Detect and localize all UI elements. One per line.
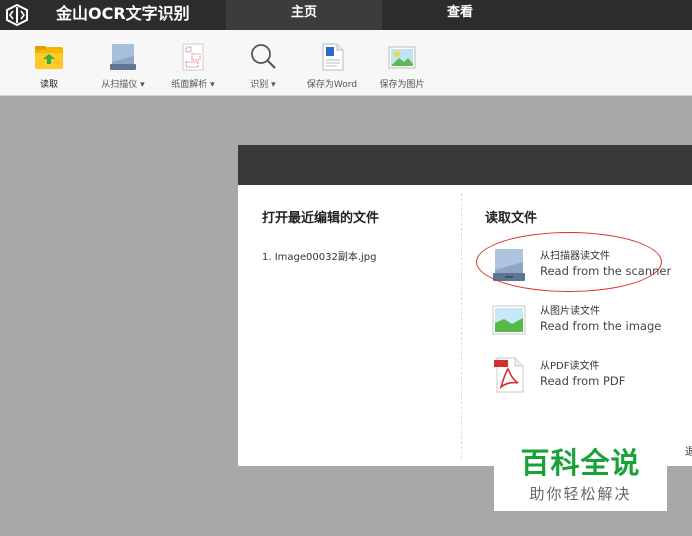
save-word-button[interactable]: 保存为Word xyxy=(300,30,364,96)
ribbon-toolbar: 读取 从扫描仪 ▾ 纸面解析 ▾ 识别 ▾ 保存为Word 保存为图片 xyxy=(0,30,692,96)
read-from-pdf-option[interactable]: 从PDF读文件 Read from PDF xyxy=(492,357,692,397)
recent-files-title: 打开最近编辑的文件 xyxy=(262,211,380,226)
annotation-ellipse xyxy=(476,232,662,292)
image-icon xyxy=(492,305,526,335)
recent-file-item[interactable]: 1. Image00032副本.jpg xyxy=(262,248,377,263)
pdf-icon xyxy=(494,357,524,393)
read-from-image-option[interactable]: 从图片读文件 Read from the image xyxy=(492,302,692,342)
dialog-divider xyxy=(461,193,462,459)
title-bar: 金山OCR文字识别 主页 查看 xyxy=(0,0,692,30)
page-parse-button[interactable]: 纸面解析 ▾ xyxy=(166,30,220,96)
word-document-icon xyxy=(322,43,344,71)
scanner-icon xyxy=(110,44,136,70)
watermark: 百科全说 助你轻松解决 xyxy=(494,436,667,511)
open-file-dialog: 打开最近编辑的文件 1. Image00032副本.jpg 读取文件 从扫描器读… xyxy=(238,185,692,466)
magnifier-icon xyxy=(251,44,276,69)
app-logo-icon xyxy=(6,4,28,26)
tab-home[interactable]: 主页 xyxy=(226,0,382,30)
app-title: 金山OCR文字识别 xyxy=(56,4,190,23)
truncated-text: 退 xyxy=(685,447,692,458)
save-image-button[interactable]: 保存为图片 xyxy=(374,30,430,96)
recognize-button[interactable]: 识别 ▾ xyxy=(240,30,286,96)
dialog-header xyxy=(238,145,692,185)
folder-open-icon xyxy=(35,46,63,69)
from-scanner-button[interactable]: 从扫描仪 ▾ xyxy=(96,30,150,96)
picture-icon xyxy=(388,46,416,69)
read-button[interactable]: 读取 xyxy=(24,30,74,96)
tab-view[interactable]: 查看 xyxy=(382,0,538,30)
watermark-subtitle: 助你轻松解决 xyxy=(529,485,632,503)
watermark-title: 百科全说 xyxy=(520,446,641,480)
page-parse-icon xyxy=(182,43,204,71)
read-file-title: 读取文件 xyxy=(485,211,538,226)
